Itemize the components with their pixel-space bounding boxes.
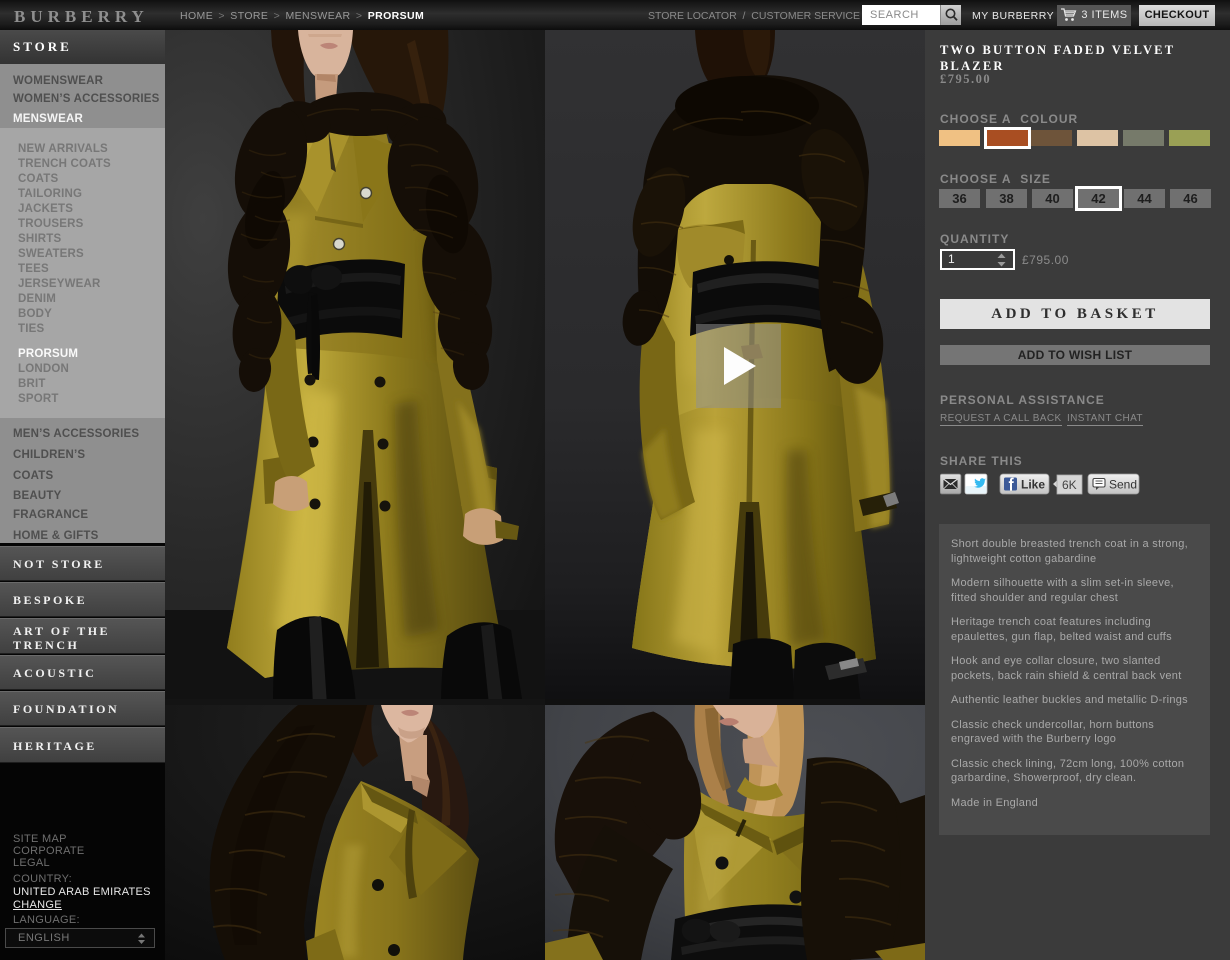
- svg-text:Send: Send: [1109, 478, 1137, 492]
- svg-text:Like: Like: [1021, 478, 1045, 492]
- svg-text:6K: 6K: [1062, 478, 1077, 492]
